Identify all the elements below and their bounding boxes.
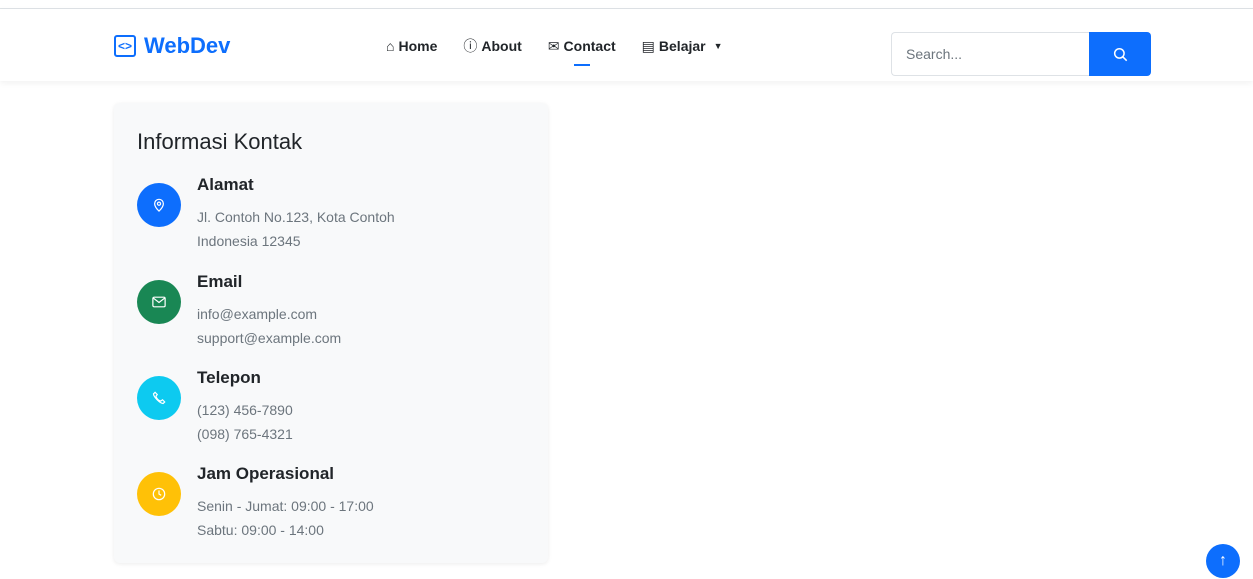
nav-contact-label: Contact bbox=[563, 38, 616, 54]
envelope-icon: ✉ bbox=[547, 37, 560, 54]
nav-about[interactable]: ⓘ About bbox=[463, 36, 521, 56]
contact-item-phone: Telepon (123) 456-7890 (098) 765-4321 bbox=[137, 368, 293, 446]
house-icon: ⌂ bbox=[386, 38, 395, 54]
contact-item-address: Alamat Jl. Contoh No.123, Kota Contoh In… bbox=[137, 175, 395, 253]
journal-icon: ▤ bbox=[641, 37, 655, 54]
telephone-icon bbox=[137, 376, 181, 420]
card-title: Informasi Kontak bbox=[137, 129, 303, 154]
address-line-1: Jl. Contoh No.123, Kota Contoh bbox=[197, 209, 395, 225]
hours-line-2: Sabtu: 09:00 - 14:00 bbox=[197, 522, 324, 538]
contact-info-card: Informasi Kontak Alamat Jl. Contoh No.12… bbox=[114, 103, 548, 563]
hours-line-1: Senin - Jumat: 09:00 - 17:00 bbox=[197, 498, 374, 514]
phone-title: Telepon bbox=[197, 368, 261, 387]
back-to-top-button[interactable]: ↑ bbox=[1206, 544, 1240, 578]
code-brackets-icon: <> bbox=[114, 35, 136, 57]
search-button[interactable] bbox=[1089, 32, 1151, 76]
search-input[interactable] bbox=[891, 32, 1089, 76]
contact-item-hours: Jam Operasional Senin - Jumat: 09:00 - 1… bbox=[137, 464, 374, 542]
nav-home[interactable]: ⌂ Home bbox=[386, 36, 437, 56]
caret-down-icon: ▼ bbox=[713, 41, 723, 51]
envelope-icon bbox=[137, 280, 181, 324]
nav-belajar-dropdown[interactable]: ▤ Belajar ▼ bbox=[642, 36, 723, 56]
clock-icon bbox=[137, 472, 181, 516]
brand-link[interactable]: <> WebDev bbox=[114, 33, 230, 59]
search-form bbox=[891, 32, 1151, 76]
main-nav: ⌂ Home ⓘ About ✉ Contact ▤ Belajar ▼ bbox=[386, 36, 723, 66]
email-title: Email bbox=[197, 272, 243, 291]
navbar: <> WebDev ⌂ Home ⓘ About ✉ Contact ▤ Bel… bbox=[0, 9, 1253, 81]
hours-title: Jam Operasional bbox=[197, 464, 335, 483]
phone-line-2: (098) 765-4321 bbox=[197, 426, 293, 442]
info-circle-icon: ⓘ bbox=[463, 38, 478, 54]
nav-home-label: Home bbox=[398, 38, 438, 54]
nav-belajar-label: Belajar bbox=[658, 38, 706, 54]
arrow-up-icon: ↑ bbox=[1219, 552, 1227, 569]
email-line-2: support@example.com bbox=[197, 330, 342, 346]
email-line-1: info@example.com bbox=[197, 306, 318, 322]
geo-pin-icon bbox=[137, 183, 181, 227]
nav-about-label: About bbox=[481, 38, 522, 54]
address-line-2: Indonesia 12345 bbox=[197, 233, 301, 249]
nav-contact[interactable]: ✉ Contact bbox=[547, 36, 616, 66]
search-icon bbox=[1113, 47, 1127, 61]
contact-item-email: Email info@example.com support@example.c… bbox=[137, 272, 341, 350]
brand-name: WebDev bbox=[144, 33, 231, 58]
phone-line-1: (123) 456-7890 bbox=[197, 402, 293, 418]
address-title: Alamat bbox=[197, 175, 254, 194]
